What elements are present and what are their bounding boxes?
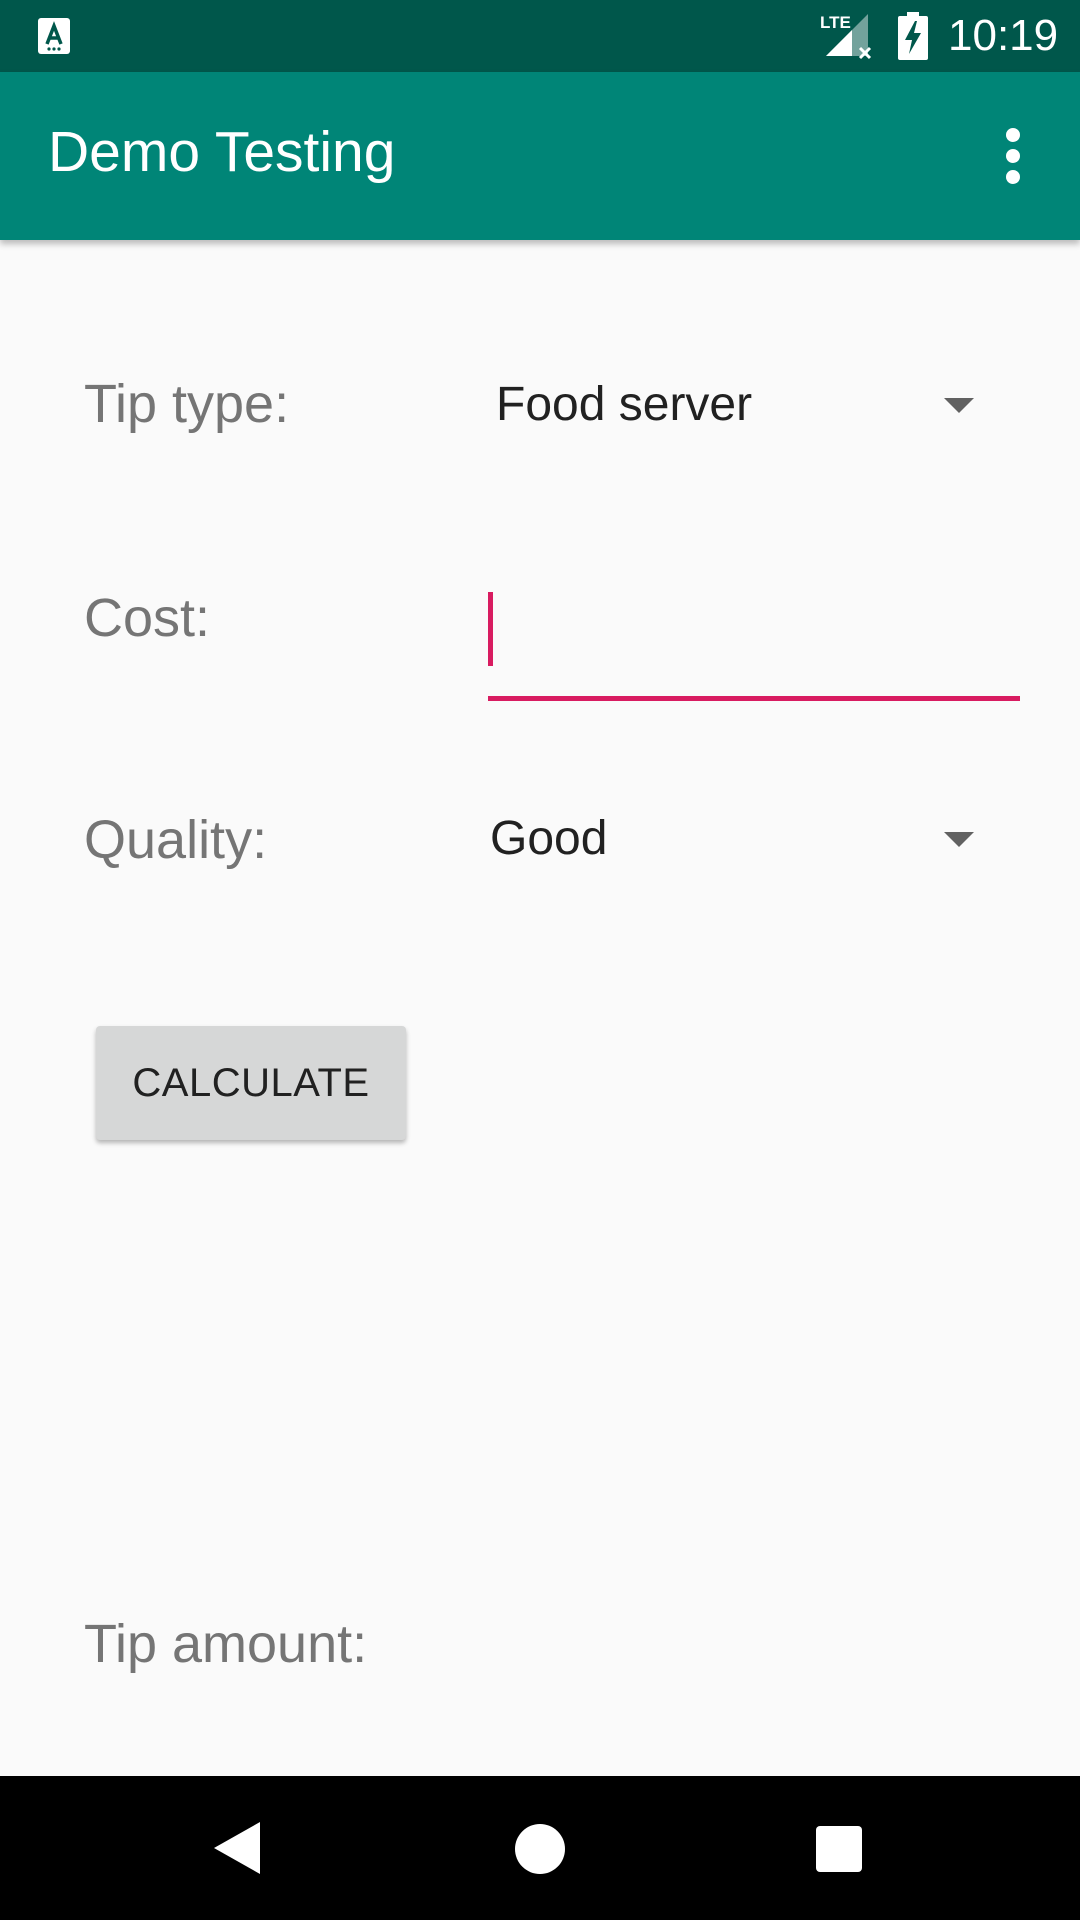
status-time: 10:19 [948,11,1059,60]
app-title: Demo Testing [48,120,396,184]
back-icon[interactable] [212,1820,264,1876]
tip-amount-label: Tip amount: [84,1614,368,1674]
chevron-down-icon [944,398,974,413]
calculate-button-label: CALCULATE [132,1061,370,1105]
home-icon[interactable] [515,1824,565,1874]
status-bar: LTE 10:19 [0,0,1080,72]
app-bar: Demo Testing [0,72,1080,240]
tip-type-label: Tip type: [84,374,290,434]
calculate-button[interactable]: CALCULATE [96,1026,406,1140]
quality-label: Quality: [84,810,268,870]
quality-value: Good [490,812,608,865]
navigation-bar [0,1776,1080,1920]
quality-spinner[interactable]: Good [490,794,990,884]
cost-input[interactable] [488,584,1020,702]
recents-icon[interactable] [816,1826,862,1872]
overflow-menu-icon[interactable] [984,124,1044,188]
screen: LTE 10:19 Demo Testing Tip type: Food se… [0,0,1080,1920]
battery-charging-icon [898,12,928,60]
cost-underline [488,696,1020,701]
chevron-down-icon [944,832,974,847]
tip-type-spinner[interactable]: Food server [490,360,990,450]
text-cursor [488,592,493,666]
tip-type-value: Food server [496,378,753,431]
lte-label: LTE [820,13,851,32]
app-notification-icon [38,18,70,54]
cost-label: Cost: [84,588,211,648]
lte-signal-icon: LTE [820,13,872,60]
